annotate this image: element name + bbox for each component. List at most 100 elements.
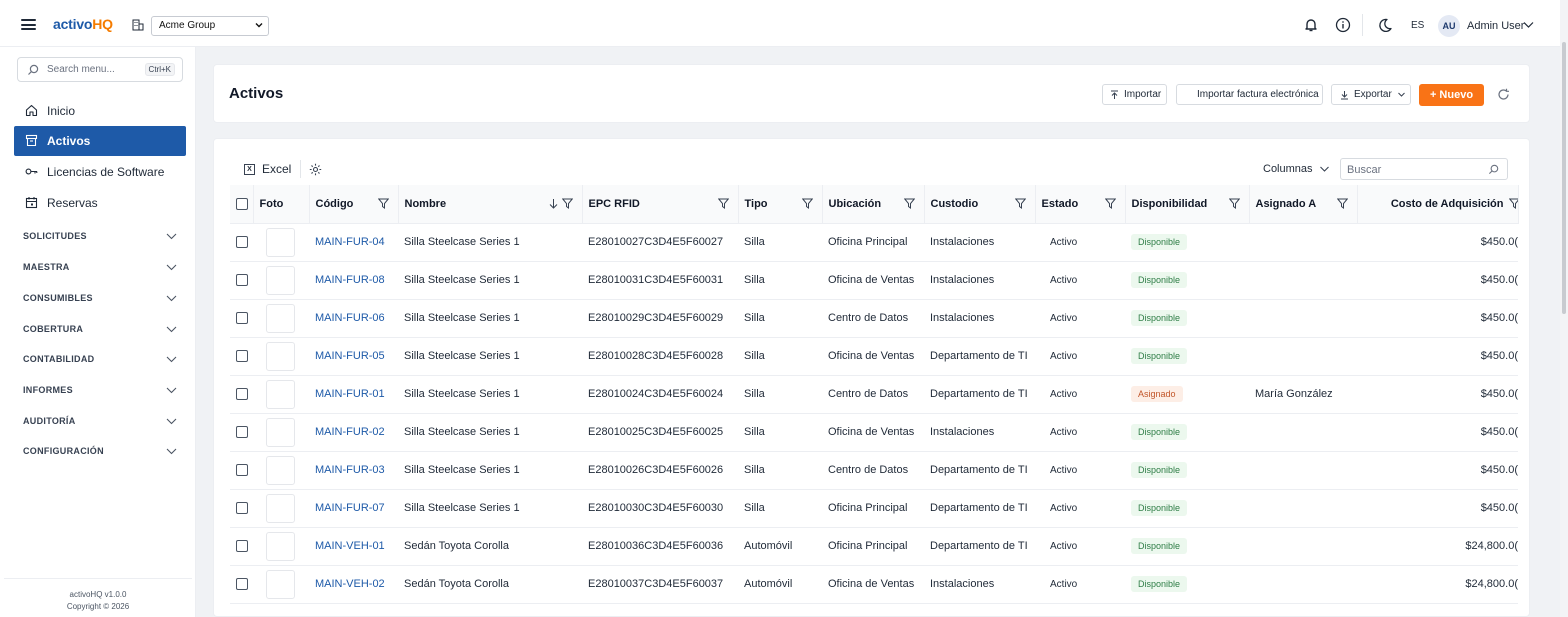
refresh-icon[interactable] bbox=[1497, 88, 1510, 101]
asset-status: Activo bbox=[1035, 565, 1125, 604]
row-checkbox[interactable] bbox=[230, 451, 253, 490]
column-header-asignado-a[interactable]: Asignado A bbox=[1249, 185, 1358, 224]
asset-code-link[interactable]: MAIN-VEH-02 bbox=[315, 578, 385, 590]
filter-icon[interactable] bbox=[1508, 198, 1519, 209]
table-row[interactable]: MAIN-FUR-08 Silla Steelcase Series 1 E2801… bbox=[230, 261, 1518, 300]
sidebar-group-consumibles[interactable]: CONSUMIBLES bbox=[23, 292, 183, 306]
filter-icon[interactable] bbox=[1336, 198, 1348, 209]
row-checkbox[interactable] bbox=[230, 527, 253, 566]
column-header-custodio[interactable]: Custodio bbox=[924, 185, 1036, 224]
asset-location: Oficina Principal bbox=[822, 223, 924, 262]
row-checkbox[interactable] bbox=[230, 223, 253, 262]
column-header-estado[interactable]: Estado bbox=[1035, 185, 1126, 224]
sidebar-group-maestra[interactable]: MAESTRA bbox=[23, 261, 183, 275]
asset-photo[interactable] bbox=[253, 223, 309, 262]
sidebar-group-cobertura[interactable]: COBERTURA bbox=[23, 323, 183, 337]
asset-photo[interactable] bbox=[253, 375, 309, 414]
table-row[interactable]: MAIN-FUR-02 Silla Steelcase Series 1 E2801… bbox=[230, 413, 1518, 452]
user-menu-name[interactable]: Admin User bbox=[1467, 20, 1524, 32]
table-row[interactable]: MAIN-VEH-01 Sedán Toyota Corolla E28010036… bbox=[230, 527, 1518, 566]
table-row[interactable]: MAIN-VEH-02 Sedán Toyota Corolla E28010037… bbox=[230, 565, 1518, 604]
asset-photo[interactable] bbox=[253, 451, 309, 490]
column-header-disponibilidad[interactable]: Disponibilidad bbox=[1125, 185, 1250, 224]
asset-photo[interactable] bbox=[253, 261, 309, 300]
asset-code-link[interactable]: MAIN-FUR-07 bbox=[315, 502, 385, 514]
table-row[interactable]: MAIN-FUR-07 Silla Steelcase Series 1 E2801… bbox=[230, 489, 1518, 528]
column-header-codigo[interactable]: Código bbox=[309, 185, 399, 224]
import-invoice-button[interactable]: Importar factura electrónica bbox=[1176, 84, 1323, 105]
asset-photo[interactable] bbox=[253, 489, 309, 528]
filter-icon[interactable] bbox=[1228, 198, 1240, 209]
row-checkbox[interactable] bbox=[230, 375, 253, 414]
sidebar-group-solicitudes[interactable]: SOLICITUDES bbox=[23, 230, 183, 244]
asset-code-link[interactable]: MAIN-FUR-02 bbox=[315, 426, 385, 438]
asset-code-link[interactable]: MAIN-FUR-01 bbox=[315, 388, 385, 400]
row-checkbox[interactable] bbox=[230, 565, 253, 604]
asset-photo[interactable] bbox=[253, 527, 309, 566]
export-button[interactable]: Exportar bbox=[1331, 84, 1411, 105]
sidebar-item-reservas[interactable]: Reservas bbox=[14, 188, 186, 218]
select-all-checkbox[interactable] bbox=[230, 185, 254, 224]
column-header-nombre[interactable]: Nombre bbox=[398, 185, 583, 224]
filter-icon[interactable] bbox=[717, 198, 729, 209]
asset-code-link[interactable]: MAIN-FUR-04 bbox=[315, 236, 385, 248]
row-checkbox[interactable] bbox=[230, 413, 253, 452]
asset-photo[interactable] bbox=[253, 413, 309, 452]
menu-toggle-icon[interactable] bbox=[21, 19, 36, 30]
info-icon[interactable] bbox=[1335, 17, 1351, 33]
sidebar-item-activos[interactable]: Activos bbox=[14, 126, 186, 156]
sidebar-group-contabilidad[interactable]: CONTABILIDAD bbox=[23, 353, 183, 367]
asset-type: Silla bbox=[738, 451, 822, 490]
app-logo[interactable]: activoHQ bbox=[53, 16, 113, 32]
chevron-down-icon[interactable] bbox=[1320, 166, 1329, 172]
asset-photo[interactable] bbox=[253, 565, 309, 604]
column-header-ubicacion[interactable]: Ubicación bbox=[822, 185, 925, 224]
asset-code-link[interactable]: MAIN-VEH-01 bbox=[315, 540, 385, 552]
chevron-down-icon[interactable] bbox=[1523, 21, 1534, 29]
export-excel-button[interactable]: X Excel bbox=[244, 162, 291, 176]
moon-icon[interactable] bbox=[1377, 17, 1393, 33]
table-row[interactable]: MAIN-FUR-01 Silla Steelcase Series 1 E2801… bbox=[230, 375, 1518, 414]
asset-code-link[interactable]: MAIN-FUR-03 bbox=[315, 464, 385, 476]
gear-icon[interactable] bbox=[309, 163, 322, 176]
sidebar-group-auditoria[interactable]: AUDITORÍA bbox=[23, 415, 183, 429]
language-switch[interactable]: ES bbox=[1411, 20, 1424, 31]
new-asset-button[interactable]: + Nuevo bbox=[1419, 84, 1484, 106]
filter-icon[interactable] bbox=[1104, 198, 1116, 209]
sidebar-item-inicio[interactable]: Inicio bbox=[14, 96, 186, 126]
filter-icon[interactable] bbox=[903, 198, 915, 209]
columns-menu-button[interactable]: Columnas bbox=[1263, 163, 1313, 175]
filter-icon[interactable] bbox=[377, 198, 389, 209]
asset-code-link[interactable]: MAIN-FUR-05 bbox=[315, 350, 385, 362]
menu-search-input[interactable]: Search menu... Ctrl+K bbox=[17, 57, 183, 82]
asset-code-link[interactable]: MAIN-FUR-06 bbox=[315, 312, 385, 324]
import-button[interactable]: Importar bbox=[1102, 84, 1167, 105]
sidebar-group-configuracion[interactable]: CONFIGURACIÓN bbox=[23, 445, 183, 459]
page-scrollbar[interactable] bbox=[1560, 0, 1568, 617]
table-row[interactable]: MAIN-FUR-04 Silla Steelcase Series 1 E2801… bbox=[230, 223, 1518, 262]
column-header-epc-rfid[interactable]: EPC RFID bbox=[582, 185, 739, 224]
row-checkbox[interactable] bbox=[230, 489, 253, 528]
table-search-input[interactable]: Buscar bbox=[1340, 158, 1508, 180]
bell-icon[interactable] bbox=[1303, 17, 1319, 33]
avatar[interactable]: AU bbox=[1438, 15, 1460, 37]
filter-icon[interactable] bbox=[561, 198, 573, 209]
row-checkbox[interactable] bbox=[230, 337, 253, 376]
row-checkbox[interactable] bbox=[230, 299, 253, 338]
scrollbar-thumb[interactable] bbox=[1562, 42, 1566, 314]
asset-photo[interactable] bbox=[253, 337, 309, 376]
organization-select[interactable]: Acme Group bbox=[151, 16, 269, 36]
asset-code-link[interactable]: MAIN-FUR-08 bbox=[315, 274, 385, 286]
filter-icon[interactable] bbox=[1014, 198, 1026, 209]
sidebar-group-informes[interactable]: INFORMES bbox=[23, 384, 183, 398]
table-row[interactable]: MAIN-FUR-06 Silla Steelcase Series 1 E2801… bbox=[230, 299, 1518, 338]
asset-photo[interactable] bbox=[253, 299, 309, 338]
table-row[interactable]: MAIN-FUR-03 Silla Steelcase Series 1 E2801… bbox=[230, 451, 1518, 490]
sidebar-item-licencias[interactable]: Licencias de Software bbox=[14, 157, 186, 187]
column-header-costo[interactable]: Costo de Adquisición bbox=[1357, 185, 1519, 224]
arrow-down-icon[interactable] bbox=[549, 198, 558, 209]
table-row[interactable]: MAIN-FUR-05 Silla Steelcase Series 1 E2801… bbox=[230, 337, 1518, 376]
filter-icon[interactable] bbox=[801, 198, 813, 209]
column-header-tipo[interactable]: Tipo bbox=[738, 185, 823, 224]
row-checkbox[interactable] bbox=[230, 261, 253, 300]
